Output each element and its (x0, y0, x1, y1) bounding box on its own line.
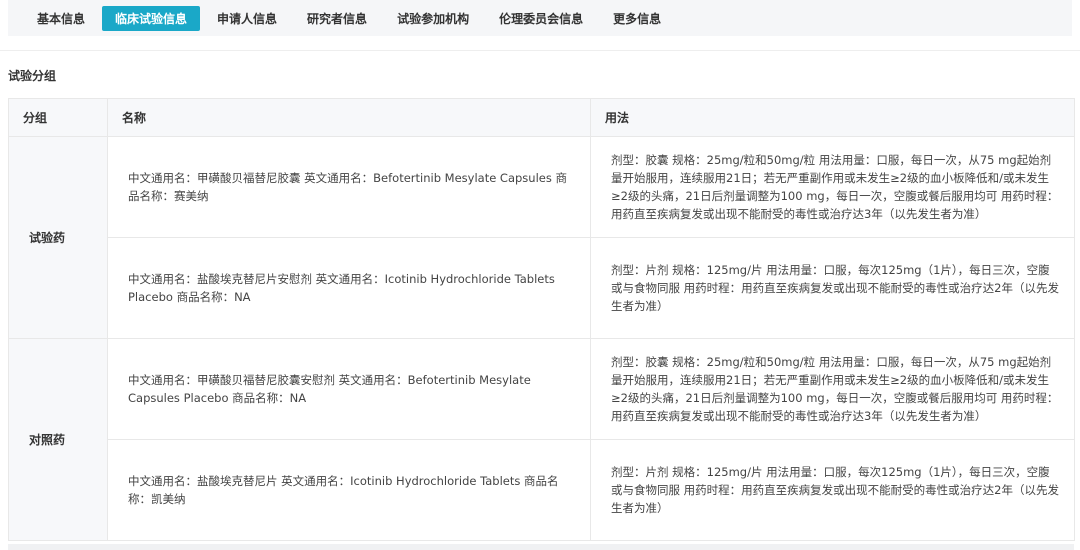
drug-usage-cell: 剂型：片剂 规格：125mg/片 用法用量：口服，每次125mg（1片），每日三… (590, 439, 1075, 541)
drug-usage-cell: 剂型：片剂 规格：125mg/片 用法用量：口服，每次125mg（1片），每日三… (590, 237, 1075, 339)
tab-bar: 基本信息 临床试验信息 申请人信息 研究者信息 试验参加机构 伦理委员会信息 更… (8, 0, 1072, 36)
trial-groups-table: 分组 名称 用法 试验药 中文通用名：甲磺酸贝福替尼胶囊 英文通用名：Befot… (8, 98, 1075, 541)
section-title: 试验分组 (8, 69, 57, 83)
column-header-group: 分组 (8, 98, 108, 137)
tab-more-info[interactable]: 更多信息 (600, 6, 674, 31)
divider (0, 50, 1080, 51)
drug-usage-cell: 剂型：胶囊 规格：25mg/粒和50mg/粒 用法用量：口服，每日一次，从75 … (590, 338, 1075, 440)
tab-ethics-committee-info[interactable]: 伦理委员会信息 (486, 6, 596, 31)
table-header-row: 分组 名称 用法 (8, 98, 1075, 137)
tab-investigator-info[interactable]: 研究者信息 (294, 6, 380, 31)
tab-basic-info[interactable]: 基本信息 (24, 6, 98, 31)
drug-usage-cell: 剂型：胶囊 规格：25mg/粒和50mg/粒 用法用量：口服，每日一次，从75 … (590, 136, 1075, 238)
tab-clinical-trial-info[interactable]: 临床试验信息 (102, 5, 201, 31)
table-row: 试验药 中文通用名：甲磺酸贝福替尼胶囊 英文通用名：Befotertinib M… (8, 136, 1075, 339)
tab-applicant-info[interactable]: 申请人信息 (204, 6, 290, 31)
group-cell-control-drug: 对照药 (8, 338, 108, 541)
table-row: 对照药 中文通用名：甲磺酸贝福替尼胶囊安慰剂 英文通用名：Befotertini… (8, 338, 1075, 541)
column-header-usage: 用法 (590, 98, 1075, 137)
table-row: 中文通用名：盐酸埃克替尼片安慰剂 英文通用名：Icotinib Hydrochl… (9, 237, 1075, 339)
group-cell-test-drug: 试验药 (8, 136, 108, 339)
table-row: 中文通用名：盐酸埃克替尼片 英文通用名：Icotinib Hydrochlori… (9, 439, 1075, 541)
scrollbar-track[interactable] (8, 544, 1074, 550)
drug-name-cell: 中文通用名：盐酸埃克替尼片安慰剂 英文通用名：Icotinib Hydrochl… (107, 237, 591, 339)
drug-name-cell: 中文通用名：盐酸埃克替尼片 英文通用名：Icotinib Hydrochlori… (107, 439, 591, 541)
drug-name-cell: 中文通用名：甲磺酸贝福替尼胶囊安慰剂 英文通用名：Befotertinib Me… (107, 338, 591, 440)
drug-name-cell: 中文通用名：甲磺酸贝福替尼胶囊 英文通用名：Befotertinib Mesyl… (107, 136, 591, 238)
tab-participating-sites[interactable]: 试验参加机构 (384, 6, 482, 31)
column-header-name: 名称 (107, 98, 591, 137)
